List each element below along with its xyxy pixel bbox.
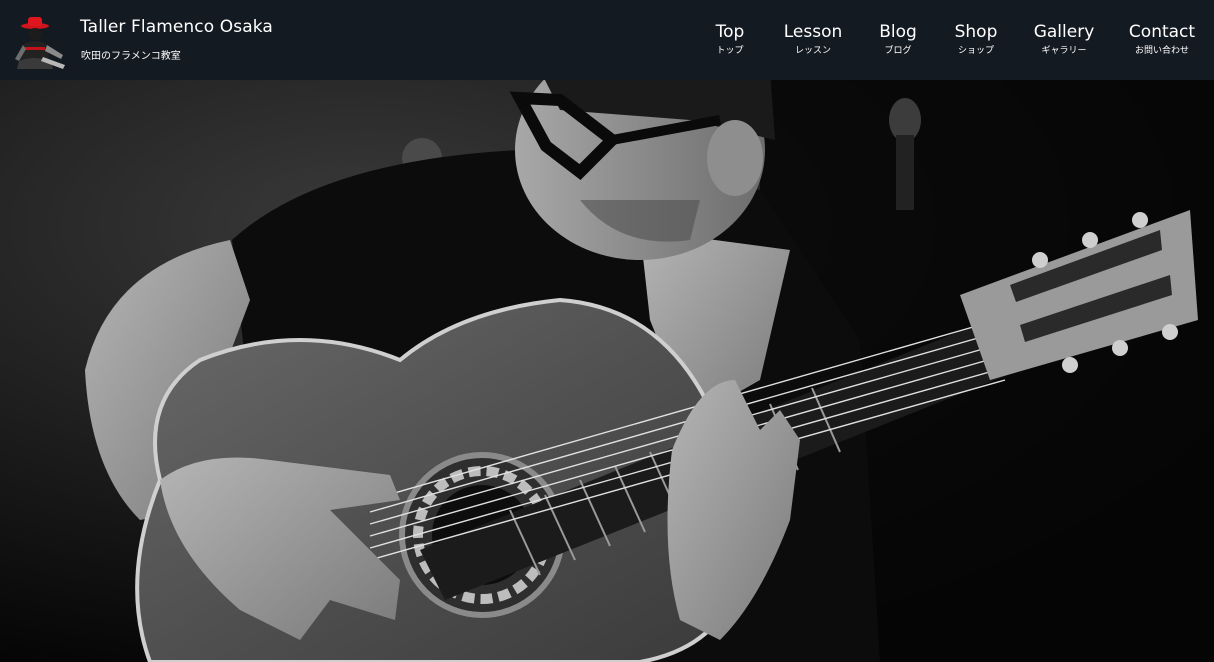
nav-sublabel[interactable]: トップ <box>685 45 775 57</box>
nav-item-contact[interactable]: Contact お問い合わせ <box>1117 20 1207 57</box>
nav-item-gallery[interactable]: Gallery ギャラリー <box>1019 20 1109 57</box>
nav-sublabel[interactable]: ギャラリー <box>1019 45 1109 57</box>
hero-image <box>0 80 1214 662</box>
site-header: Taller Flamenco Osaka 吹田のフラメンコ教室 Top トップ… <box>0 0 1214 80</box>
nav-label[interactable]: Shop <box>931 20 1021 44</box>
site-tagline: 吹田のフラメンコ教室 <box>81 51 181 62</box>
nav-sublabel[interactable]: レッスン <box>768 45 858 57</box>
nav-item-shop[interactable]: Shop ショップ <box>931 20 1021 57</box>
nav-item-top[interactable]: Top トップ <box>685 20 775 57</box>
nav-label[interactable]: Contact <box>1117 20 1207 44</box>
nav-label[interactable]: Gallery <box>1019 20 1109 44</box>
nav-item-blog[interactable]: Blog ブログ <box>853 20 943 57</box>
nav-sublabel[interactable]: ブログ <box>853 45 943 57</box>
nav-label[interactable]: Lesson <box>768 20 858 44</box>
nav-sublabel[interactable]: お問い合わせ <box>1117 45 1207 57</box>
guitarist-playing-acoustic-guitar-bw-photo <box>0 80 1214 662</box>
site-title[interactable]: Taller Flamenco Osaka <box>80 17 273 37</box>
nav-label[interactable]: Top <box>685 20 775 44</box>
nav-item-lesson[interactable]: Lesson レッスン <box>768 20 858 57</box>
flamenco-dancer-logo-icon[interactable] <box>13 15 69 69</box>
nav-label[interactable]: Blog <box>853 20 943 44</box>
nav-sublabel[interactable]: ショップ <box>931 45 1021 57</box>
